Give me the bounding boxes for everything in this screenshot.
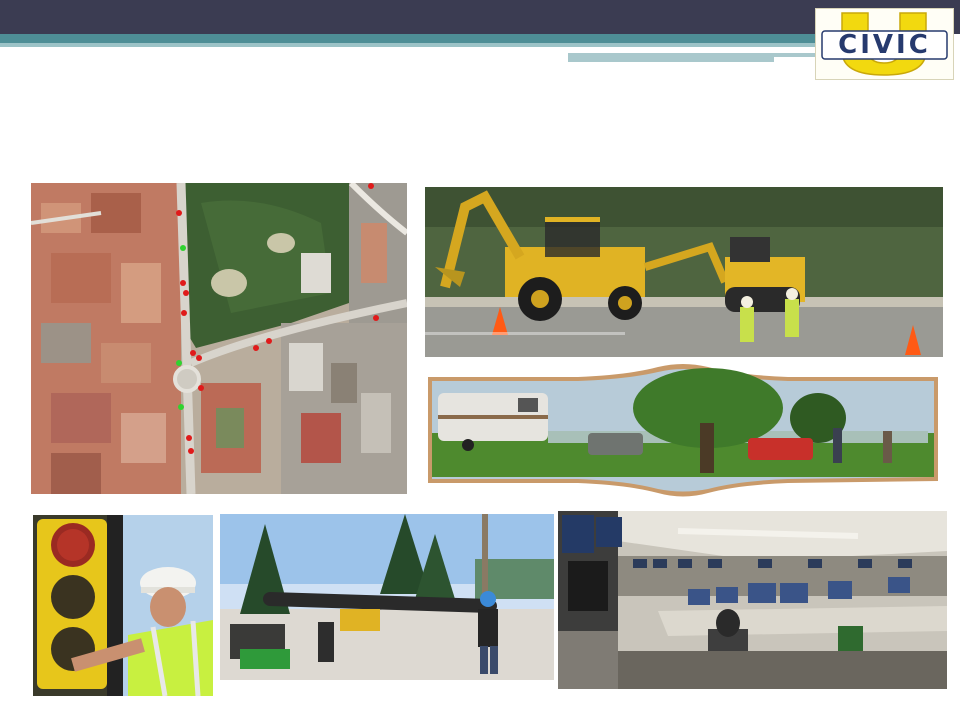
civic-u-logo: U CIVIC: [815, 8, 954, 80]
aerial-map-image: [31, 183, 407, 494]
header-accent-stripe: [0, 34, 825, 43]
header-accent-stripe-4: [770, 53, 815, 57]
header-accent-stripe-3: [568, 53, 774, 62]
park-rv-image: [428, 363, 938, 500]
pipe-installation-image: [220, 514, 554, 680]
logo-text: CIVIC: [838, 30, 931, 60]
traffic-signal-worker-image: [33, 515, 213, 696]
header-accent-stripe-2: [0, 43, 825, 47]
control-room-image: [558, 511, 947, 689]
road-construction-image: [425, 187, 943, 357]
